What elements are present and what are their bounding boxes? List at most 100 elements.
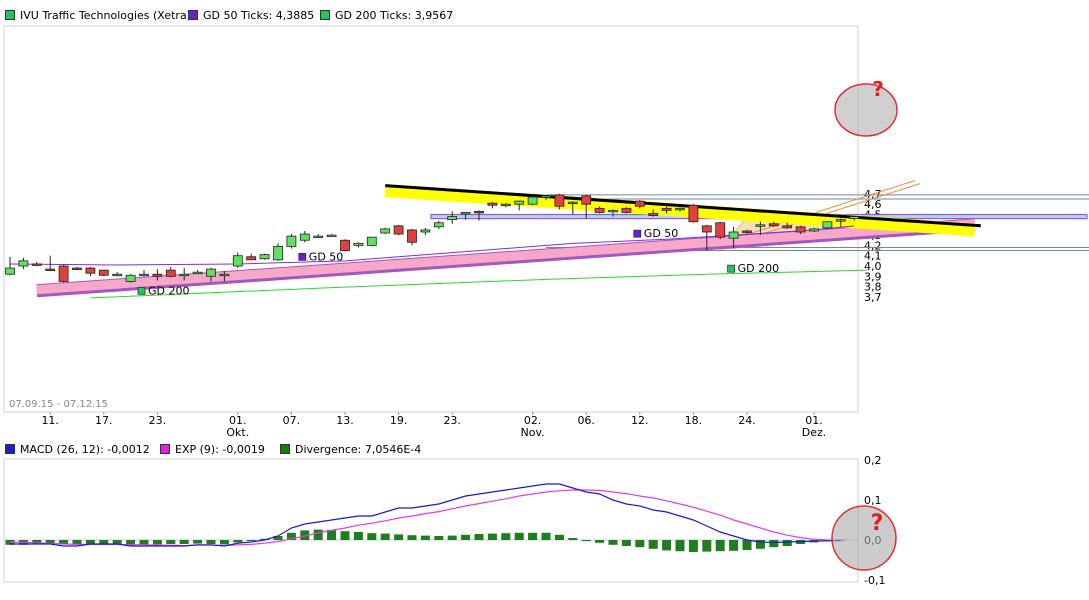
question-circle-macd: [831, 505, 897, 571]
question-circle-price: [834, 83, 898, 137]
candle-body: [393, 225, 404, 235]
candle-body: [179, 273, 190, 277]
divergence-bar: [219, 540, 229, 545]
divergence-bar: [166, 540, 176, 544]
candle-body: [340, 239, 350, 251]
divergence-bar: [139, 540, 149, 545]
x-tick-label: 07.: [283, 414, 301, 427]
divergence-bar: [394, 534, 404, 540]
divergence-bar: [782, 540, 792, 546]
divergence-bar: [688, 540, 698, 552]
candle-body: [5, 267, 15, 275]
divergence-bar: [769, 540, 779, 548]
divergence-bar: [152, 540, 162, 545]
candle-body: [273, 246, 283, 261]
divergence-bar: [233, 540, 243, 543]
candle-body: [18, 260, 29, 267]
divergence-bar: [313, 529, 323, 540]
x-tick-label: 12.: [631, 414, 649, 427]
divergence-bar: [99, 540, 109, 544]
divergence-bar: [581, 540, 591, 542]
ma-label: GD 200: [148, 284, 190, 297]
candle-body: [192, 271, 203, 275]
candle-body: [460, 212, 471, 215]
divergence-bar: [193, 540, 203, 544]
candle-body: [768, 223, 779, 227]
candle-body: [809, 228, 819, 232]
x-tick-label: 24.: [738, 414, 756, 427]
candle-body: [500, 203, 511, 207]
macd-y-tick-label: -0,1: [864, 574, 885, 587]
candle-body: [661, 207, 672, 211]
candle-body: [527, 196, 538, 205]
divergence-bar: [340, 531, 350, 540]
candle-body: [675, 207, 685, 211]
ma-label-swatch: [137, 286, 146, 295]
divergence-bar: [514, 532, 524, 540]
x-tick-label: 13.: [336, 414, 354, 427]
candle-body: [219, 273, 230, 277]
candle-body: [139, 273, 149, 277]
divergence-bar: [380, 533, 390, 540]
divergence-bar: [420, 535, 430, 540]
x-tick-label: 18.: [685, 414, 703, 427]
candle-body: [259, 254, 270, 260]
candle-body: [782, 225, 793, 229]
x-tick-month-label: Dez.: [802, 426, 827, 439]
candle-body: [366, 236, 377, 246]
macd-y-tick-label: 0,2: [864, 454, 882, 467]
candle-body: [755, 224, 766, 227]
candle-body: [98, 269, 109, 276]
x-tick-month-label: Nov.: [521, 426, 545, 439]
divergence-bar: [367, 533, 377, 540]
date-range-label: 07.09.15 - 07.12.15: [9, 399, 108, 410]
divergence-bar: [742, 540, 752, 550]
x-tick-label: 06.: [577, 414, 595, 427]
divergence-bar: [528, 532, 538, 540]
candle-body: [541, 195, 551, 198]
ma-label: GD 50: [309, 250, 344, 263]
divergence-bar: [608, 540, 618, 545]
candle-body: [299, 233, 310, 241]
candle-body: [206, 268, 216, 277]
candle-body: [232, 255, 243, 267]
candle-body: [407, 229, 417, 243]
divergence-bar: [568, 538, 578, 540]
divergence-bar: [72, 540, 82, 544]
question-mark: ?: [871, 511, 884, 536]
divergence-bar: [407, 535, 417, 540]
divergence-bar: [729, 540, 739, 551]
divergence-bar: [595, 540, 605, 543]
divergence-bar: [648, 540, 658, 549]
candle-body: [447, 216, 458, 221]
candle-body: [835, 219, 846, 222]
candle-body: [567, 201, 578, 205]
candle-body: [433, 222, 444, 228]
ma-label-swatch: [298, 252, 307, 261]
candle-body: [420, 229, 431, 233]
divergence-bar: [715, 540, 725, 552]
candle-body: [795, 226, 806, 233]
chart-canvas: 3,73,83,94,04,14,24,34,44,54,64,7-0,10,0…: [3, 25, 1089, 587]
divergence-bar: [554, 534, 564, 540]
divergence-bar: [434, 536, 444, 540]
ma-label-swatch: [727, 264, 735, 273]
divergence-bar: [353, 532, 363, 540]
x-tick-label: 23.: [443, 414, 461, 427]
x-tick-month-label: Okt.: [226, 426, 249, 439]
candle-body: [742, 230, 752, 233]
divergence-bar: [635, 540, 645, 548]
divergence-bar: [447, 535, 457, 540]
candle-body: [313, 235, 324, 239]
candle-body: [608, 209, 618, 213]
divergence-bar: [487, 533, 497, 540]
candle-body: [728, 231, 739, 239]
candle-body: [688, 204, 699, 223]
candle-body: [152, 273, 163, 277]
candle-body: [112, 273, 123, 277]
candle-body: [554, 194, 565, 207]
divergence-bar: [126, 540, 136, 545]
divergence-bar: [179, 540, 189, 544]
candle-body: [72, 267, 82, 270]
divergence-bar: [675, 540, 685, 552]
